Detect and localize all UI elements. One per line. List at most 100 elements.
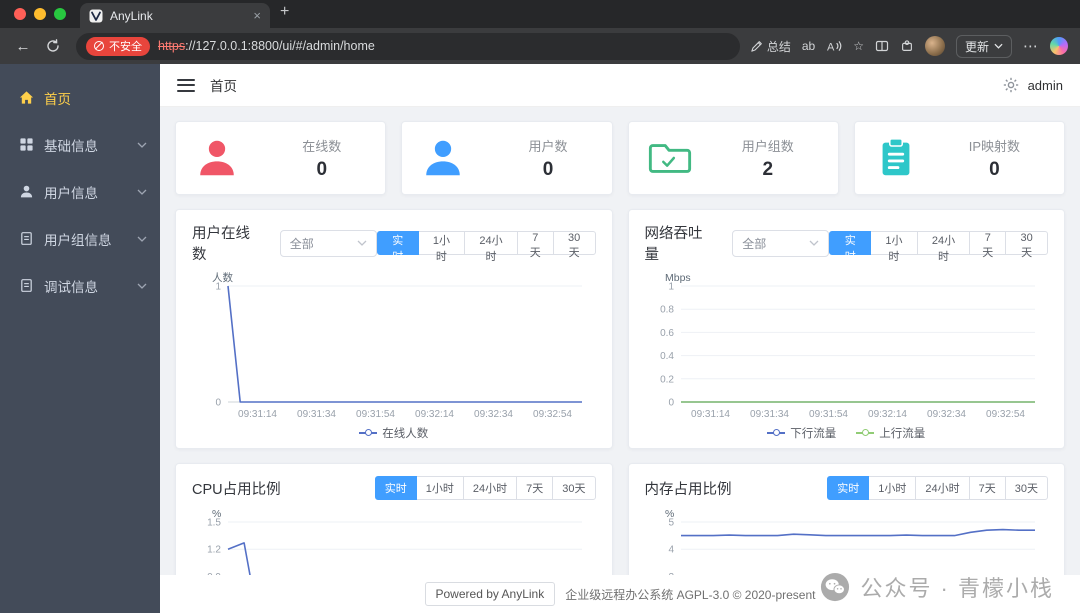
copilot-icon[interactable] <box>1050 37 1068 55</box>
stat-value: 0 <box>316 158 328 180</box>
maximize-window-button[interactable] <box>54 8 66 20</box>
svg-text:09:31:14: 09:31:14 <box>238 409 277 420</box>
range-button[interactable]: 实时 <box>827 476 870 500</box>
svg-text:09:31:54: 09:31:54 <box>356 409 395 420</box>
favorite-star-icon[interactable]: ☆ <box>853 39 864 53</box>
url-field[interactable]: 不安全 https://127.0.0.1:8800/ui/#/admin/ho… <box>76 32 740 60</box>
back-icon[interactable]: ← <box>10 33 36 59</box>
sidebar-item-label: 首页 <box>44 91 71 107</box>
svg-text:4: 4 <box>668 545 674 556</box>
wechat-icon <box>821 572 850 602</box>
range-button[interactable]: 30天 <box>1005 231 1048 259</box>
read-aloud-icon[interactable]: A <box>826 39 842 53</box>
tab-title: AnyLink <box>110 8 153 23</box>
clipboard-icon <box>882 138 910 176</box>
range-button[interactable]: 实时 <box>376 231 419 263</box>
svg-text:1: 1 <box>215 282 221 293</box>
legend-item[interactable]: 在线人数 <box>359 425 428 441</box>
sidebar-item-label: 用户组信息 <box>44 232 112 248</box>
stat-value: 0 <box>989 158 1000 180</box>
home-icon <box>19 91 34 104</box>
range-button[interactable]: 24小时 <box>916 231 971 263</box>
range-button[interactable]: 24小时 <box>915 476 970 500</box>
extensions-icon[interactable] <box>900 39 914 53</box>
close-tab-icon[interactable]: × <box>253 9 261 22</box>
url-scheme: https <box>158 39 186 53</box>
group-select[interactable]: 全部 <box>732 229 830 257</box>
sidebar-item-debug-info[interactable]: 调试信息 <box>0 262 160 309</box>
sidebar-item-group-info[interactable]: 用户组信息 <box>0 215 160 262</box>
watermark: 公众号 · 青檬小栈 <box>820 571 1054 603</box>
toolbar-icons: 总结 ab A ☆ 更新 ⋯ <box>750 34 1070 58</box>
refresh-icon[interactable] <box>40 33 66 59</box>
group-select[interactable]: 全部 <box>279 229 377 257</box>
summary-button[interactable]: 总结 <box>750 38 791 55</box>
range-group: 实时 1小时 24小时 7天 30天 <box>829 231 1048 263</box>
legend-item[interactable]: 上行流量 <box>856 425 925 441</box>
breadcrumb[interactable]: 首页 <box>210 75 237 95</box>
svg-text:09:32:34: 09:32:34 <box>474 409 513 420</box>
panel-online-users: 用户在线数 全部 实时 1小时 24小时 7天 30天 人数 0 1 09:31:14 09:3… <box>175 209 613 449</box>
range-button[interactable]: 1小时 <box>868 476 917 500</box>
range-button[interactable]: 实时 <box>374 476 417 500</box>
profile-avatar[interactable] <box>924 36 945 56</box>
svg-text:0.8: 0.8 <box>660 305 674 316</box>
chevron-down-icon <box>137 236 147 242</box>
security-badge-label: 不安全 <box>109 41 142 53</box>
svg-text:09:31:34: 09:31:34 <box>297 409 336 420</box>
license-text: 企业级远程办公系统 AGPL-3.0 © 2020-present <box>565 587 816 602</box>
range-group: 实时 1小时 24小时 7天 30天 <box>827 476 1048 500</box>
svg-text:09:32:14: 09:32:14 <box>415 409 454 420</box>
hamburger-icon[interactable] <box>177 78 195 92</box>
username[interactable]: admin <box>1028 78 1063 93</box>
legend-item[interactable]: 下行流量 <box>767 425 836 441</box>
close-window-button[interactable] <box>14 8 26 20</box>
range-group: 实时 1小时 24小时 7天 30天 <box>374 476 596 500</box>
browser-tab[interactable]: AnyLink × <box>80 3 270 28</box>
range-button[interactable]: 30天 <box>552 231 596 259</box>
update-button[interactable]: 更新 <box>955 34 1012 58</box>
range-button[interactable]: 30天 <box>552 476 596 500</box>
user-icon <box>20 185 33 198</box>
sidebar-item-user-info[interactable]: 用户信息 <box>0 168 160 215</box>
split-screen-icon[interactable] <box>875 39 889 53</box>
security-badge[interactable]: 不安全 <box>86 36 150 56</box>
range-button[interactable]: 24小时 <box>464 231 518 263</box>
stat-label: 用户组数 <box>741 138 794 154</box>
sidebar-item-label: 用户信息 <box>44 185 98 201</box>
sidebar-item-home[interactable]: 首页 <box>0 74 160 121</box>
powered-by-link[interactable]: Powered by AnyLink <box>424 582 556 606</box>
chart-legend: 下行流量 上行流量 <box>645 422 1049 444</box>
stat-card-users: 用户数 0 <box>401 121 613 195</box>
charts-row-1: 用户在线数 全部 实时 1小时 24小时 7天 30天 人数 0 1 09:31:14 09:3… <box>175 209 1065 449</box>
new-tab-icon[interactable]: + <box>280 3 289 21</box>
range-button[interactable]: 1小时 <box>415 476 464 500</box>
url-text: https://127.0.0.1:8800/ui/#/admin/home <box>158 39 375 53</box>
range-button[interactable]: 7天 <box>516 231 554 259</box>
stats-row: 在线数 0 用户数 0 用户组数 2 IP映射数 0 <box>175 121 1065 195</box>
svg-text:09:32:14: 09:32:14 <box>868 409 907 420</box>
range-button[interactable]: 1小时 <box>417 231 466 263</box>
range-button[interactable]: 实时 <box>829 231 872 263</box>
svg-text:A: A <box>827 42 835 54</box>
translate-icon[interactable]: ab <box>802 39 815 53</box>
range-button[interactable]: 7天 <box>969 231 1007 259</box>
range-button[interactable]: 30天 <box>1004 476 1048 500</box>
svg-text:0.4: 0.4 <box>660 351 674 362</box>
chart-legend: 在线人数 <box>192 422 596 444</box>
browser-menu-icon[interactable]: ⋯ <box>1023 37 1039 55</box>
sidebar-item-basic-info[interactable]: 基础信息 <box>0 121 160 168</box>
range-button[interactable]: 7天 <box>516 476 554 500</box>
stat-card-ip-map: IP映射数 0 <box>853 121 1065 195</box>
users-icon <box>426 140 461 176</box>
panel-title: 用户在线数 <box>192 226 250 263</box>
range-button[interactable]: 24小时 <box>462 476 518 500</box>
range-button[interactable]: 7天 <box>968 476 1006 500</box>
gear-icon[interactable] <box>1003 77 1019 93</box>
svg-text:0.2: 0.2 <box>660 374 674 385</box>
stat-label: 在线数 <box>302 138 342 154</box>
minimize-window-button[interactable] <box>34 8 46 20</box>
svg-text:1.2: 1.2 <box>207 545 221 556</box>
range-button[interactable]: 1小时 <box>870 231 918 263</box>
panel-title: 内存占用比例 <box>644 481 732 498</box>
